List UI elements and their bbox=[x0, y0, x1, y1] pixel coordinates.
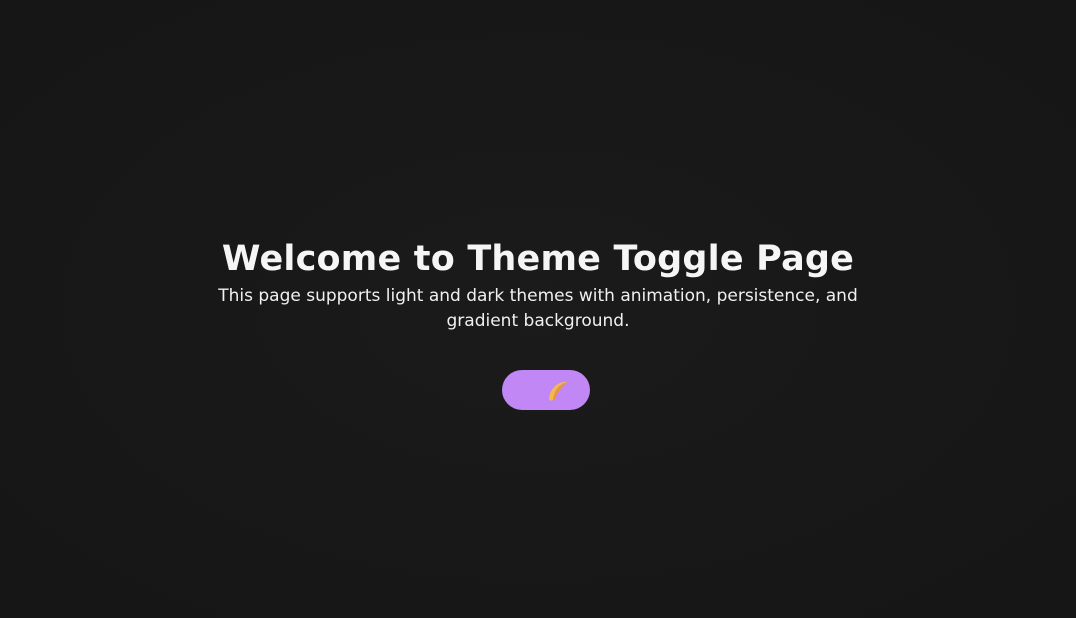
theme-toggle-button[interactable] bbox=[502, 370, 590, 410]
hero: Welcome to Theme Toggle Page This page s… bbox=[0, 236, 1076, 334]
page-subtitle: This page supports light and dark themes… bbox=[218, 286, 858, 331]
page-title: Welcome to Theme Toggle Page bbox=[221, 239, 855, 279]
crescent-moon-icon bbox=[549, 381, 568, 401]
